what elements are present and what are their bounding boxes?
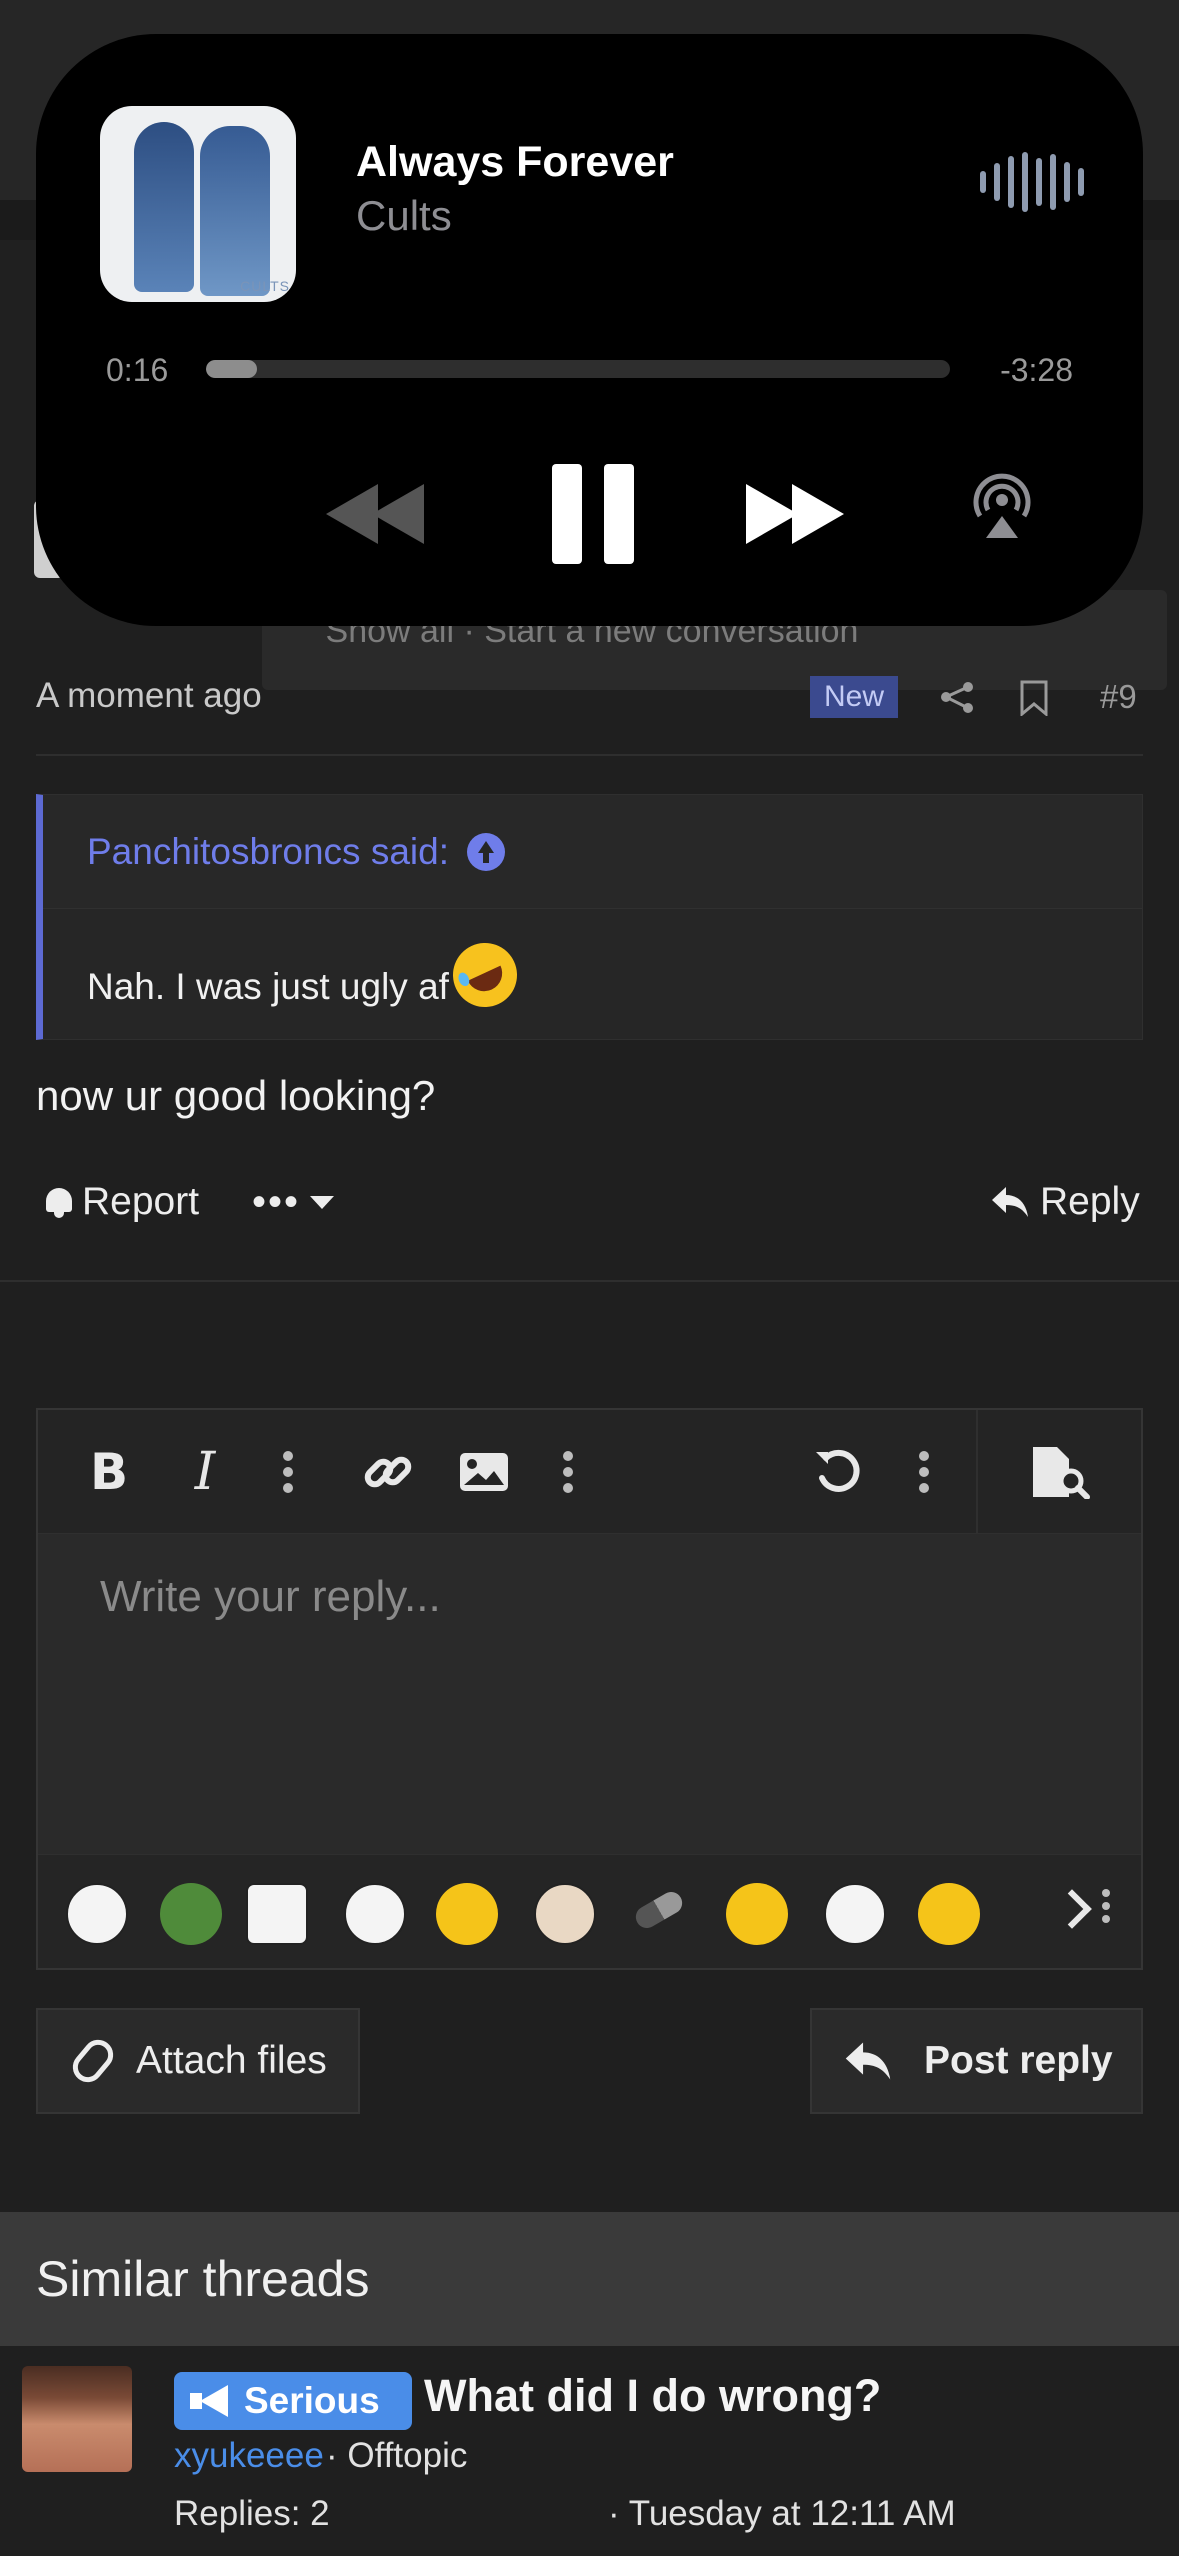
quote-author[interactable]: Panchitosbroncs said: (87, 831, 449, 873)
vertical-dots-icon (919, 1451, 929, 1493)
bell-icon (44, 1186, 74, 1218)
chevron-right-icon[interactable] (1052, 1889, 1092, 1929)
insert-image-button[interactable] (456, 1444, 512, 1500)
thread-author-link[interactable]: xyukeeee (174, 2436, 324, 2476)
reply-label: Reply (1040, 1180, 1140, 1223)
reply-input[interactable]: Write your reply... (100, 1572, 441, 1622)
post-reply-button[interactable]: Post reply (810, 2008, 1143, 2114)
attach-files-button[interactable]: Attach files (36, 2008, 360, 2114)
album-art-figure (134, 122, 194, 292)
emoji-more-icon[interactable] (1102, 1889, 1110, 1923)
italic-button[interactable]: I (180, 1442, 230, 1502)
fast-forward-icon (792, 484, 844, 544)
now-playing-widget[interactable]: CULTS Always Forever Cults 0:16 -3:28 (36, 34, 1143, 626)
quote-block: Panchitosbroncs said: Nah. I was just ug… (36, 794, 1143, 1040)
elapsed-time: 0:16 (106, 352, 169, 388)
reply-arrow-icon (845, 2042, 891, 2080)
audio-waveform-icon (980, 152, 1084, 212)
vertical-dots-icon (563, 1451, 573, 1493)
link-icon (364, 1456, 412, 1488)
fast-forward-button[interactable] (746, 454, 844, 574)
airplay-icon[interactable] (966, 468, 1038, 540)
pause-icon (604, 464, 634, 564)
wojak-smile-emoji-icon[interactable] (344, 1883, 406, 1945)
album-art-figure (200, 126, 270, 296)
pill-emoji-icon[interactable] (631, 1887, 687, 1933)
rewind-icon (326, 484, 378, 544)
wojak-crying-emoji-icon[interactable] (66, 1883, 128, 1945)
album-art[interactable]: CULTS (100, 106, 296, 302)
rewind-icon (372, 484, 424, 544)
go-to-quote-icon[interactable] (466, 832, 505, 871)
reply-arrow-icon (992, 1187, 1028, 1217)
track-title: Always Forever (356, 138, 674, 186)
quote-body: Nah. I was just ugly af (87, 932, 528, 1019)
playback-scrubber[interactable] (206, 360, 950, 378)
post-reply-label: Post reply (924, 2039, 1113, 2082)
wink-emoji-icon[interactable] (726, 1883, 788, 1945)
bookmark-icon[interactable] (1018, 680, 1050, 716)
toolbar-separator (976, 1410, 978, 1534)
tongue-emoji-icon[interactable] (918, 1883, 980, 1945)
post-number[interactable]: #9 (1100, 678, 1137, 716)
thread-replies-count: Replies: 2 (174, 2494, 330, 2533)
more-insert-options-button[interactable] (558, 1444, 578, 1500)
thread-date: · Tuesday at 12:11 AM (608, 2494, 956, 2533)
bold-button[interactable]: B (84, 1443, 134, 1501)
divider (36, 754, 1143, 756)
unamused-emoji-icon[interactable] (436, 1883, 498, 1945)
report-label: Report (82, 1180, 200, 1223)
undo-button[interactable] (810, 1444, 866, 1500)
more-dots-icon: ••• (252, 1180, 301, 1224)
share-icon[interactable] (938, 680, 978, 714)
divider (0, 1280, 1179, 1282)
new-badge: New (810, 676, 898, 718)
attach-files-label: Attach files (136, 2039, 327, 2082)
thread-forum-link[interactable]: · Offtopic (326, 2436, 467, 2476)
editor-toolbar: B I (38, 1410, 1141, 1534)
wojak-lying-emoji-icon[interactable] (246, 1883, 308, 1945)
paperclip-icon (66, 2033, 120, 2089)
chevron-down-icon (310, 1196, 335, 1209)
rewind-button[interactable] (326, 454, 424, 574)
wojak-horse-emoji-icon[interactable] (534, 1883, 596, 1945)
megaphone-icon (190, 2385, 230, 2417)
vertical-dots-icon (283, 1451, 293, 1493)
pause-icon (552, 464, 582, 564)
playback-progress (206, 360, 257, 378)
pause-button[interactable] (552, 454, 634, 574)
post-time[interactable]: A moment ago (36, 676, 262, 716)
emoji-bar (38, 1854, 1141, 1968)
preview-button[interactable] (1026, 1444, 1096, 1500)
album-art-text: CULTS (240, 278, 290, 294)
image-icon (460, 1453, 508, 1491)
fast-forward-icon (746, 484, 798, 544)
wojak-cry-emoji-icon[interactable] (824, 1883, 886, 1945)
pepe-police-emoji-icon[interactable] (160, 1883, 222, 1945)
thread-prefix-label: Serious (244, 2380, 380, 2421)
quote-text: Nah. I was just ugly af (87, 966, 449, 1007)
rofl-emoji-icon (442, 932, 528, 1018)
more-text-options-button[interactable] (278, 1444, 298, 1500)
track-artist: Cults (356, 192, 452, 239)
thread-prefix-badge[interactable]: Serious (174, 2372, 412, 2430)
more-editor-options-button[interactable] (914, 1444, 934, 1500)
reply-button[interactable]: Reply (990, 1180, 1140, 1224)
file-preview-icon (1033, 1447, 1090, 1499)
report-button[interactable]: Report (44, 1180, 199, 1224)
similar-threads-heading: Similar threads (0, 2212, 1179, 2346)
reply-editor[interactable]: B I Write your reply... (36, 1408, 1143, 1970)
undo-icon (816, 1449, 860, 1492)
insert-link-button[interactable] (360, 1444, 416, 1500)
quote-header[interactable]: Panchitosbroncs said: (43, 795, 1142, 909)
more-options-button[interactable]: ••• (252, 1180, 335, 1225)
post-body: now ur good looking? (36, 1072, 436, 1119)
thread-title-link[interactable]: What did I do wrong? (424, 2370, 881, 2422)
avatar[interactable] (22, 2366, 132, 2472)
remaining-time: -3:28 (1000, 352, 1073, 388)
